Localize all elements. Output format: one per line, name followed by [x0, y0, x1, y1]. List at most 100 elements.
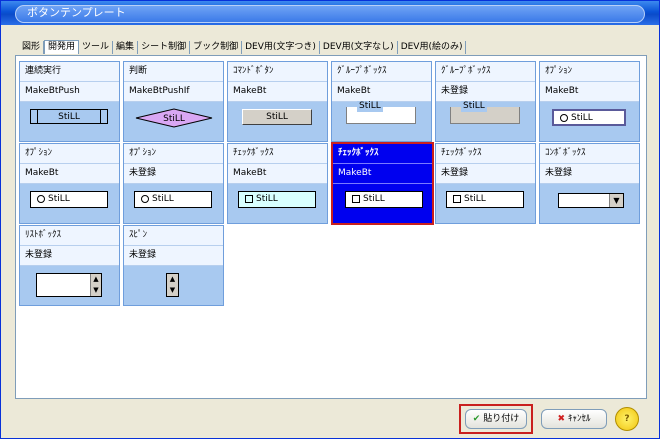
- cell-macro: 未登録: [540, 164, 639, 184]
- template-cell-sequential-run[interactable]: 連続実行 MakeBtPush StiLL: [19, 61, 120, 142]
- cell-macro: MakeBtPushIf: [124, 82, 223, 102]
- radio-icon: [560, 113, 568, 122]
- cell-macro: 未登録: [436, 82, 535, 102]
- cell-title: ｸﾞﾙｰﾌﾟﾎﾞｯｸｽ: [436, 62, 535, 82]
- cell-title: ｵﾌﾟｼｮﾝ: [124, 144, 223, 164]
- spin-arrows-icon: ▲ ▼: [169, 275, 176, 294]
- cell-macro: 未登録: [124, 246, 223, 266]
- cell-macro: MakeBt: [228, 164, 327, 184]
- tab-book-control[interactable]: ブック制御: [190, 41, 243, 54]
- template-cell-option-2[interactable]: ｵﾌﾟｼｮﾝ MakeBt StiLL: [19, 143, 120, 224]
- cell-preview: StiLL: [228, 185, 327, 224]
- cancel-button[interactable]: ✖ ｷｬﾝｾﾙ: [541, 409, 607, 429]
- title-bar[interactable]: ボタンテンプレート: [1, 1, 659, 25]
- template-grid-panel: 連続実行 MakeBtPush StiLL 判断 MakeBtPushIf St…: [15, 55, 647, 399]
- category-tabs: 図形 開発用 ツール 編集 シート制御 ブック制御 DEV用(文字つき) DEV用(文字なし)…: [19, 40, 467, 54]
- template-cell-checkbox[interactable]: ﾁｪｯｸﾎﾞｯｸｽ MakeBt StiLL: [227, 143, 328, 224]
- checkbox-preview: StiLL: [238, 191, 316, 208]
- checkbox-preview: StiLL: [446, 191, 524, 208]
- group-box-preview: StiLL: [450, 101, 520, 124]
- check-icon: ✔: [472, 414, 481, 424]
- help-icon: ?: [624, 414, 630, 424]
- checkbox-icon: [352, 194, 360, 203]
- cell-preview: StiLL: [20, 185, 119, 224]
- cell-preview: StiLL: [540, 103, 639, 142]
- cell-title: ﾁｪｯｸﾎﾞｯｸｽ: [228, 144, 327, 164]
- cell-title: ﾁｪｯｸﾎﾞｯｸｽ: [436, 144, 535, 164]
- diamond-shape-preview: StiLL: [135, 108, 213, 128]
- tab-dev-picture-only[interactable]: DEV用(絵のみ): [398, 41, 467, 54]
- checkbox-icon: [453, 194, 461, 203]
- spin-button-preview: ▲ ▼: [166, 273, 179, 297]
- cell-title: 連続実行: [20, 62, 119, 82]
- list-box-preview: ▲ ▼: [36, 273, 102, 297]
- template-cell-option-unregistered[interactable]: ｵﾌﾟｼｮﾝ 未登録 StiLL: [123, 143, 224, 224]
- cell-macro: MakeBt: [228, 82, 327, 102]
- template-cell-combo-box[interactable]: ｺﾝﾎﾞﾎﾞｯｸｽ 未登録 ▼: [539, 143, 640, 224]
- cell-macro: MakeBtPush: [20, 82, 119, 102]
- cell-title: ｺﾏﾝﾄﾞﾎﾞﾀﾝ: [228, 62, 327, 82]
- cell-title: 判断: [124, 62, 223, 82]
- group-box-preview: StiLL: [346, 101, 416, 124]
- option-button-preview: StiLL: [30, 191, 108, 208]
- cell-title: ﾁｪｯｸﾎﾞｯｸｽ: [333, 144, 432, 164]
- cell-title: ｺﾝﾎﾞﾎﾞｯｸｽ: [540, 144, 639, 164]
- tab-shapes[interactable]: 図形: [19, 41, 45, 54]
- cell-macro: 未登録: [20, 246, 119, 266]
- cell-preview: StiLL: [228, 103, 327, 142]
- cell-preview: StiLL: [436, 185, 535, 224]
- cell-preview: StiLL: [124, 185, 223, 224]
- cell-title: ｵﾌﾟｼｮﾝ: [540, 62, 639, 82]
- cell-preview: ▼: [540, 185, 639, 224]
- template-cell-spin[interactable]: ｽﾋﾟﾝ 未登録 ▲ ▼: [123, 225, 224, 306]
- tab-edit[interactable]: 編集: [113, 41, 139, 54]
- cell-preview: StiLL: [332, 101, 431, 142]
- cell-title: ﾘｽﾄﾎﾞｯｸｽ: [20, 226, 119, 246]
- cell-macro: MakeBt: [20, 164, 119, 184]
- radio-icon: [37, 194, 45, 203]
- cell-title: ｸﾞﾙｰﾌﾟﾎﾞｯｸｽ: [332, 62, 431, 82]
- cell-title: ｽﾋﾟﾝ: [124, 226, 223, 246]
- template-window: ボタンテンプレート 図形 開発用 ツール 編集 シート制御 ブック制御 DEV用(文字つき)…: [0, 0, 660, 439]
- cell-preview: StiLL: [124, 103, 223, 142]
- tab-dev-no-text[interactable]: DEV用(文字なし): [320, 41, 398, 54]
- command-button-preview: StiLL: [242, 109, 312, 125]
- cell-macro: MakeBt: [540, 82, 639, 102]
- push-button-preview: StiLL: [30, 109, 108, 124]
- cell-preview: StiLL: [333, 185, 432, 224]
- template-cell-group-box[interactable]: ｸﾞﾙｰﾌﾟﾎﾞｯｸｽ MakeBt StiLL: [331, 61, 432, 142]
- tab-dev-with-text[interactable]: DEV用(文字つき): [242, 41, 320, 54]
- paste-button[interactable]: ✔ 貼り付け: [465, 409, 527, 429]
- checkbox-preview: StiLL: [345, 191, 423, 208]
- help-button[interactable]: ?: [615, 407, 639, 431]
- template-cell-decision[interactable]: 判断 MakeBtPushIf StiLL: [123, 61, 224, 142]
- cell-preview: ▲ ▼: [20, 267, 119, 306]
- cell-macro: MakeBt: [333, 164, 432, 184]
- option-button-preview: StiLL: [134, 191, 212, 208]
- cell-preview: StiLL: [20, 103, 119, 142]
- cell-preview: StiLL: [436, 101, 535, 142]
- svg-text:StiLL: StiLL: [163, 114, 185, 124]
- close-icon: ✖: [557, 414, 566, 424]
- template-cell-checkbox-selected[interactable]: ﾁｪｯｸﾎﾞｯｸｽ MakeBt StiLL: [331, 142, 434, 225]
- template-cell-checkbox-unregistered[interactable]: ﾁｪｯｸﾎﾞｯｸｽ 未登録 StiLL: [435, 143, 536, 224]
- cell-macro: MakeBt: [332, 82, 431, 102]
- option-button-preview: StiLL: [552, 109, 626, 126]
- window-title: ボタンテンプレート: [27, 6, 126, 19]
- checkbox-icon: [245, 194, 253, 203]
- tab-tools[interactable]: ツール: [79, 41, 114, 54]
- cell-macro: 未登録: [436, 164, 535, 184]
- template-cell-command-button[interactable]: ｺﾏﾝﾄﾞﾎﾞﾀﾝ MakeBt StiLL: [227, 61, 328, 142]
- template-cell-option[interactable]: ｵﾌﾟｼｮﾝ MakeBt StiLL: [539, 61, 640, 142]
- template-cell-group-box-unregistered[interactable]: ｸﾞﾙｰﾌﾟﾎﾞｯｸｽ 未登録 StiLL: [435, 61, 536, 142]
- cell-macro: 未登録: [124, 164, 223, 184]
- scroll-arrows-icon: ▲ ▼: [90, 274, 101, 296]
- combo-box-preview: ▼: [558, 193, 624, 208]
- tab-sheet-control[interactable]: シート制御: [138, 41, 191, 54]
- tab-development[interactable]: 開発用: [44, 40, 80, 54]
- cell-title: ｵﾌﾟｼｮﾝ: [20, 144, 119, 164]
- radio-icon: [141, 194, 149, 203]
- template-cell-list-box[interactable]: ﾘｽﾄﾎﾞｯｸｽ 未登録 ▲ ▼: [19, 225, 120, 306]
- cell-preview: ▲ ▼: [124, 267, 223, 306]
- chevron-down-icon: ▼: [609, 194, 623, 207]
